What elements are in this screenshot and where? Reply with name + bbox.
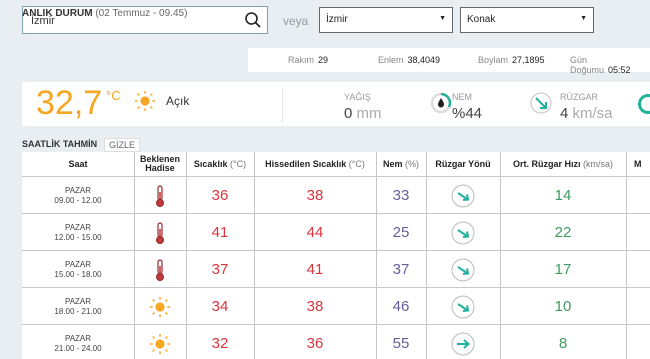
thermometer-icon	[156, 184, 164, 207]
sun-icon	[149, 333, 171, 354]
time-range: 12.00 - 15.00	[54, 232, 102, 242]
hissedilen-value: 38	[306, 298, 324, 315]
current-temperature: 32,7	[36, 84, 103, 122]
thermometer-icon	[156, 258, 164, 281]
ruzgar-yonu-cell	[426, 288, 500, 325]
sun-icon	[149, 296, 171, 317]
hissedilen-value: 41	[306, 261, 324, 278]
forecast-time-cell: PAZAR 12.00 - 15.00	[22, 214, 134, 251]
search-bar: İzmir veya İzmir ▼ Konak ▼	[0, 0, 650, 44]
saatlik-tahmin-title: SAATLİK TAHMİN	[22, 139, 98, 149]
nem-label: NEM	[452, 92, 472, 102]
sicaklik-value: 41	[211, 224, 229, 241]
condition-description: Açık	[166, 94, 190, 108]
header-sicaklik: Sıcaklık (°C)	[193, 158, 247, 169]
temperature-unit: °C	[106, 88, 121, 103]
ruzgar-yonu-cell	[426, 325, 500, 359]
ruzgar-label: RÜZGAR	[560, 92, 598, 102]
header-ruzgar-hizi: Ort. Rüzgar Hızı (km/sa)	[512, 158, 614, 169]
hadise-cell	[134, 214, 186, 251]
ilce-select[interactable]: Konak ▼	[460, 7, 594, 33]
hadise-cell	[134, 177, 186, 214]
forecast-time-cell: PAZAR 15.00 - 18.00	[22, 251, 134, 288]
day-label: PAZAR	[64, 222, 92, 232]
wind-direction-icon	[451, 295, 475, 318]
sicaklik-value: 36	[211, 187, 229, 204]
wind-direction-icon	[451, 221, 475, 244]
header-ruzgar-yonu: Rüzgar Yönü	[435, 158, 491, 169]
hadise-cell	[134, 325, 186, 359]
ruzgar-yonu-cell	[426, 177, 500, 214]
header-more: M	[634, 158, 642, 169]
time-range: 21.00 - 24.00	[54, 343, 102, 353]
current-conditions-panel: 32,7 °C Açık YAĞIŞ 0 mm NEM %44 RÜZGAR 4…	[22, 82, 650, 126]
ruzgar-hizi-value: 14	[554, 187, 572, 204]
sun-icon	[134, 90, 156, 112]
forecast-time-cell: PAZAR 09.00 - 12.00	[22, 177, 134, 214]
nem-value: 46	[392, 298, 410, 315]
header-hadise: Beklenen Hadise	[139, 154, 181, 173]
anlik-durum-date: (02 Temmuz - 09.45)	[95, 8, 188, 19]
ruzgar-value: 4 km/sa	[560, 105, 613, 122]
chevron-down-icon: ▼	[580, 15, 587, 22]
yagis-label: YAĞIŞ	[344, 92, 371, 102]
time-range: 09.00 - 12.00	[54, 195, 102, 205]
time-range: 15.00 - 18.00	[54, 269, 102, 279]
divider	[282, 88, 283, 122]
header-saat: Saat	[68, 158, 88, 169]
enlem-item: Enlem 38,4049	[378, 55, 441, 65]
thermometer-icon	[156, 221, 164, 244]
header-hissedilen: Hissedilen Sıcaklık (°C)	[265, 158, 365, 169]
gizle-button[interactable]: GİZLE	[104, 138, 141, 152]
nem-value: 33	[392, 187, 410, 204]
day-label: PAZAR	[64, 333, 92, 343]
wind-direction-icon	[451, 258, 475, 281]
sicaklik-value: 34	[211, 298, 229, 315]
hissedilen-value: 38	[306, 187, 324, 204]
nem-value: 55	[392, 335, 410, 352]
day-label: PAZAR	[64, 185, 92, 195]
divider	[626, 152, 627, 359]
chevron-down-icon: ▼	[439, 15, 446, 22]
day-label: PAZAR	[64, 296, 92, 306]
search-icon[interactable]	[244, 11, 262, 29]
rakim-item: Rakım 29	[288, 55, 329, 65]
next-metric-icon	[638, 94, 650, 114]
nem-value: %44	[452, 105, 483, 122]
humidity-drop-icon	[430, 92, 452, 114]
il-select-value: İzmir	[326, 14, 348, 25]
ruzgar-hizi-value: 22	[554, 224, 572, 241]
hadise-cell	[134, 251, 186, 288]
ruzgar-yonu-cell	[426, 214, 500, 251]
time-range: 18.00 - 21.00	[54, 306, 102, 316]
day-label: PAZAR	[64, 259, 92, 269]
location-info-strip: Rakım 29 Enlem 38,4049 Boylam 27,1895 Gün D…	[248, 48, 650, 75]
veya-label: veya	[283, 14, 309, 28]
ruzgar-hizi-value: 17	[554, 261, 572, 278]
wind-direction-icon	[530, 92, 552, 114]
forecast-time-cell: PAZAR 18.00 - 21.00	[22, 288, 134, 325]
hissedilen-value: 44	[306, 224, 324, 241]
gun-dogumu-item: Gün Doğumu 05:52	[570, 55, 631, 75]
sicaklik-value: 37	[211, 261, 229, 278]
nem-value: 37	[392, 261, 410, 278]
header-nem: Nem (%)	[382, 158, 420, 169]
forecast-time-cell: PAZAR 21.00 - 24.00	[22, 325, 134, 359]
hissedilen-value: 36	[306, 335, 324, 352]
ilce-select-value: Konak	[467, 14, 496, 25]
wind-direction-icon	[451, 184, 475, 207]
anlik-durum-title: ANLIK DURUM (02 Temmuz - 09.45)	[22, 8, 188, 19]
il-select[interactable]: İzmir ▼	[319, 7, 453, 33]
yagis-value: 0 mm	[344, 105, 382, 122]
sicaklik-value: 32	[211, 335, 229, 352]
boylam-item: Boylam 27,1895	[478, 55, 545, 65]
hourly-forecast-table: Saat Beklenen Hadise Sıcaklık (°C) Hissed…	[22, 152, 650, 359]
wind-direction-icon	[451, 332, 475, 355]
hadise-cell	[134, 288, 186, 325]
nem-value: 25	[392, 224, 410, 241]
ruzgar-hizi-value: 10	[554, 298, 572, 315]
ruzgar-yonu-cell	[426, 251, 500, 288]
ruzgar-hizi-value: 8	[558, 335, 568, 352]
